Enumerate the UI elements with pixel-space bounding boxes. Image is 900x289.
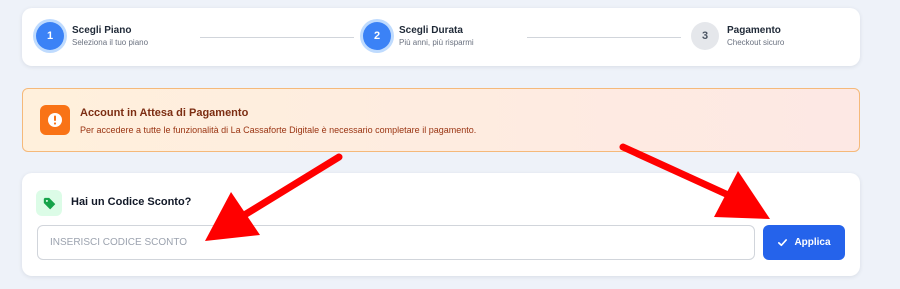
discount-code-card: Hai un Codice Sconto? Applica <box>22 173 860 276</box>
step-connector-2 <box>527 37 681 38</box>
step-1-number: 1 <box>36 22 64 50</box>
step-3[interactable]: 3 Pagamento Checkout sicuro <box>691 22 784 50</box>
alert-title: Account in Attesa di Pagamento <box>80 107 249 119</box>
step-3-title: Pagamento <box>727 25 781 36</box>
payment-pending-alert: Account in Attesa di Pagamento Per acced… <box>22 88 860 152</box>
discount-code-input[interactable] <box>37 225 755 260</box>
apply-button[interactable]: Applica <box>763 225 845 260</box>
step-2-subtitle: Più anni, più risparmi <box>399 38 474 47</box>
step-1[interactable]: 1 Scegli Piano Seleziona il tuo piano <box>36 22 148 50</box>
apply-button-label: Applica <box>794 237 831 248</box>
step-connector-1 <box>200 37 354 38</box>
tag-icon <box>36 190 62 216</box>
alert-message: Per accedere a tutte le funzionalità di … <box>80 125 477 135</box>
step-3-number: 3 <box>691 22 719 50</box>
step-2[interactable]: 2 Scegli Durata Più anni, più risparmi <box>363 22 474 50</box>
step-1-title: Scegli Piano <box>72 25 132 36</box>
step-1-subtitle: Seleziona il tuo piano <box>72 38 149 47</box>
discount-title: Hai un Codice Sconto? <box>71 196 192 208</box>
exclamation-circle-icon <box>40 105 70 135</box>
step-2-number: 2 <box>363 22 391 50</box>
check-icon <box>778 239 788 247</box>
step-2-title: Scegli Durata <box>399 25 463 36</box>
step-3-subtitle: Checkout sicuro <box>727 38 785 47</box>
checkout-stepper: 1 Scegli Piano Seleziona il tuo piano 2 … <box>22 8 860 66</box>
